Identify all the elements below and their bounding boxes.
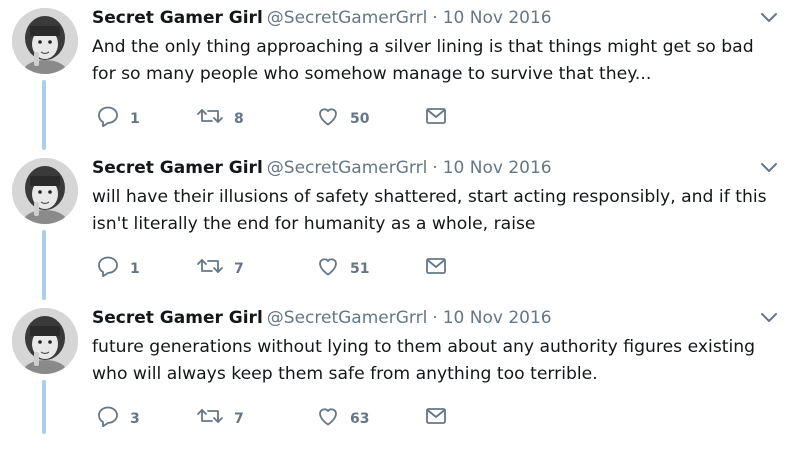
retweet-icon — [197, 409, 223, 423]
tweet-thread: Secret Gamer Girl @SecretGamerGrrl · 10 Nov… — [0, 0, 803, 434]
avatar[interactable] — [12, 158, 78, 224]
chevron-down-icon[interactable] — [759, 160, 779, 176]
like-button[interactable]: 51 — [316, 254, 369, 278]
heart-icon — [319, 108, 337, 126]
tweet-actions: 1 7 51 — [92, 254, 492, 278]
retweet-count: 7 — [234, 261, 244, 277]
tweet-header: Secret Gamer Girl @SecretGamerGrrl · 10 Nov… — [92, 306, 743, 330]
reply-button[interactable]: 1 — [96, 254, 140, 278]
envelope-icon — [426, 258, 446, 274]
envelope-icon — [426, 408, 446, 424]
tweet-date[interactable]: 10 Nov 2016 — [443, 8, 552, 28]
reply-icon — [98, 106, 118, 128]
tweet: Secret Gamer Girl @SecretGamerGrrl · 10 Nov… — [0, 0, 803, 150]
retweet-icon — [197, 259, 223, 273]
like-count: 50 — [350, 111, 370, 127]
tweet-actions: 1 8 50 — [92, 104, 492, 128]
heart-icon — [319, 408, 337, 426]
separator: · — [432, 158, 438, 178]
profile-photo — [12, 8, 78, 74]
user-handle[interactable]: @SecretGamerGrrl — [267, 308, 428, 328]
display-name[interactable]: Secret Gamer Girl — [92, 308, 263, 328]
thread-connector-line — [42, 230, 46, 300]
avatar[interactable] — [12, 8, 78, 74]
direct-message-button[interactable] — [424, 104, 448, 128]
reply-count: 1 — [130, 111, 140, 127]
tweet-header: Secret Gamer Girl @SecretGamerGrrl · 10 Nov… — [92, 156, 743, 180]
reply-button[interactable]: 3 — [96, 404, 140, 428]
display-name[interactable]: Secret Gamer Girl — [92, 158, 263, 178]
avatar[interactable] — [12, 308, 78, 374]
like-count: 63 — [350, 411, 370, 427]
reply-count: 1 — [130, 261, 140, 277]
separator: · — [432, 308, 438, 328]
profile-photo — [12, 158, 78, 224]
thread-connector-line — [42, 80, 46, 150]
profile-photo — [12, 308, 78, 374]
tweet-header: Secret Gamer Girl @SecretGamerGrrl · 10 Nov… — [92, 6, 743, 30]
like-button[interactable]: 63 — [316, 404, 369, 428]
chevron-down-icon[interactable] — [759, 310, 779, 326]
tweet-text: And the only thing approaching a silver … — [92, 37, 754, 84]
tweet-date[interactable]: 10 Nov 2016 — [443, 158, 552, 178]
chevron-down-icon[interactable] — [759, 10, 779, 26]
user-handle[interactable]: @SecretGamerGrrl — [267, 8, 428, 28]
heart-icon — [319, 258, 337, 276]
reply-count: 3 — [130, 411, 140, 427]
like-button[interactable]: 50 — [316, 104, 369, 128]
tweet-date[interactable]: 10 Nov 2016 — [443, 308, 552, 328]
tweet-text: will have their illusions of safety shat… — [92, 187, 767, 234]
tweet-actions: 3 7 63 — [92, 404, 492, 428]
direct-message-button[interactable] — [424, 254, 448, 278]
tweet-text: future generations without lying to them… — [92, 337, 756, 384]
retweet-count: 7 — [234, 411, 244, 427]
like-count: 51 — [350, 261, 370, 277]
thread-connector-line — [42, 380, 46, 434]
tweet: Secret Gamer Girl @SecretGamerGrrl · 10 Nov… — [0, 150, 803, 300]
retweet-button[interactable]: 8 — [196, 104, 244, 128]
retweet-button[interactable]: 7 — [196, 404, 244, 428]
reply-icon — [98, 406, 118, 428]
retweet-icon — [197, 109, 223, 123]
reply-icon — [98, 256, 118, 278]
display-name[interactable]: Secret Gamer Girl — [92, 8, 263, 28]
user-handle[interactable]: @SecretGamerGrrl — [267, 158, 428, 178]
reply-button[interactable]: 1 — [96, 104, 140, 128]
retweet-count: 8 — [234, 111, 244, 127]
envelope-icon — [426, 108, 446, 124]
tweet: Secret Gamer Girl @SecretGamerGrrl · 10 Nov… — [0, 300, 803, 450]
retweet-button[interactable]: 7 — [196, 254, 244, 278]
separator: · — [432, 8, 438, 28]
direct-message-button[interactable] — [424, 404, 448, 428]
